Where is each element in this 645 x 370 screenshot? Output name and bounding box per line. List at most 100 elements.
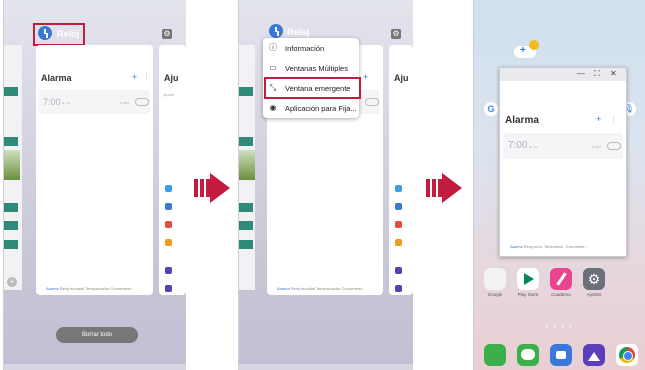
tab-cronometro: Cronómetro xyxy=(110,286,132,291)
clock-app-icon[interactable] xyxy=(269,24,283,38)
menu-item-pin-app[interactable]: ◉ Aplicación para Fija... xyxy=(263,98,359,118)
clock-app-icon[interactable] xyxy=(38,26,52,40)
left-card-strip xyxy=(239,203,253,212)
minimize-icon[interactable]: — xyxy=(577,69,585,78)
settings-app-card[interactable]: Aju Ajuste xyxy=(159,45,186,295)
settings-icon[interactable]: ⚙ xyxy=(583,268,605,290)
setting-item-icon xyxy=(165,203,172,210)
app-label: Play Store xyxy=(517,292,539,297)
settings-app-icon[interactable]: ⚙ xyxy=(162,29,172,39)
menu-item-label: Aplicación para Fija... xyxy=(285,104,357,113)
menu-highlight xyxy=(264,77,361,99)
app-label: Google xyxy=(487,292,503,297)
menu-item-multi-window[interactable]: ▭ Ventanas Múltiples xyxy=(263,58,359,78)
setting-item-icon xyxy=(395,285,402,292)
setting-item-icon xyxy=(165,221,172,228)
multi-window-icon: ▭ xyxy=(269,63,277,72)
tab-reloj-mundial[interactable]: Reloj mun. xyxy=(524,244,543,249)
tab-bar: Alarma Reloj mun. Temporiza.. Cronómetr.… xyxy=(510,244,587,249)
recents-panel: + Reloj ⚙ Alarma + ⋮ 7:00 a. m. 1 min Al… xyxy=(3,0,186,370)
google-folder-icon[interactable] xyxy=(484,268,506,290)
app-title[interactable]: Reloj xyxy=(287,27,309,37)
settings-search-hint: Ajuste xyxy=(163,92,175,97)
popup-title-bar[interactable]: — ⛶ ✕ xyxy=(500,68,626,81)
alarm-toggle[interactable] xyxy=(607,142,621,150)
card-title: Alarma xyxy=(41,73,72,83)
left-app-card[interactable]: + xyxy=(4,45,22,290)
settings-app-card[interactable]: Aju xyxy=(389,45,413,295)
info-icon: ⓘ xyxy=(269,43,277,52)
pin-icon: ◉ xyxy=(269,103,277,112)
alarm-sub: 1 min xyxy=(119,100,129,105)
add-alarm-icon: + xyxy=(363,72,369,82)
alarm-time: 7:00 xyxy=(43,97,61,107)
left-card-strip xyxy=(239,240,253,249)
app-label: Ajustes xyxy=(586,292,602,297)
settings-app-icon[interactable]: ⚙ xyxy=(391,29,401,39)
left-card-image xyxy=(239,150,255,180)
left-card-strip xyxy=(4,87,18,96)
card-title: Alarma xyxy=(505,115,539,126)
arrow-icon xyxy=(426,173,464,203)
setting-item-icon xyxy=(165,285,172,292)
tab-reloj-mundial: Reloj mundial xyxy=(59,286,85,291)
alarm-sub: 1 min xyxy=(591,144,601,149)
left-card-strip xyxy=(4,137,18,146)
recents-menu-panel: Reloj ⚙ + Alarma Reloj mundial Temporiza… xyxy=(238,0,413,370)
more-icon: ⋮ xyxy=(143,73,150,80)
left-card-strip xyxy=(4,203,18,212)
app-title[interactable]: Reloj xyxy=(57,29,79,39)
left-card-image xyxy=(4,150,20,180)
play-store-icon[interactable] xyxy=(517,268,539,290)
add-alarm-icon[interactable]: + xyxy=(596,114,601,124)
clock-app-card[interactable]: Alarma + ⋮ 7:00 a. m. 1 min Alarma Reloj… xyxy=(36,45,153,295)
alarm-item: 7:00 a. m. 1 min xyxy=(39,90,150,114)
tab-bar: Alarma Reloj mundial Temporizador Cronóm… xyxy=(46,286,132,291)
setting-item-icon xyxy=(165,185,172,192)
setting-item-icon xyxy=(395,185,402,192)
phone-icon[interactable] xyxy=(484,344,506,366)
popup-window[interactable]: — ⛶ ✕ Alarma + ⋮ 7:00 a. m. 1 min Alarma… xyxy=(499,67,627,257)
alarm-toggle xyxy=(135,98,149,106)
tab-temporizador[interactable]: Temporiza.. xyxy=(544,244,565,249)
left-card-strip xyxy=(239,87,253,96)
alarm-toggle xyxy=(365,98,379,106)
settings-card-title: Aju xyxy=(394,73,409,83)
gallery-icon[interactable] xyxy=(583,344,605,366)
menu-item-info[interactable]: ⓘ Información xyxy=(263,38,359,58)
menu-item-label: Ventanas Múltiples xyxy=(285,64,348,73)
setting-item-icon xyxy=(165,239,172,246)
chrome-icon[interactable] xyxy=(616,344,638,366)
sun-icon xyxy=(529,40,539,50)
left-app-card[interactable] xyxy=(239,45,255,290)
setting-item-icon xyxy=(395,221,402,228)
nav-bar xyxy=(239,364,413,370)
add-alarm-icon: + xyxy=(132,72,138,82)
close-icon[interactable]: ✕ xyxy=(610,69,617,78)
left-card-strip xyxy=(4,240,18,249)
tab-cronometro[interactable]: Cronómetr.. xyxy=(566,244,587,249)
left-card-strip xyxy=(239,137,253,146)
tab-alarma: Alarma xyxy=(277,286,290,291)
nav-bar xyxy=(4,364,186,370)
tab-reloj-mundial: Reloj mundial xyxy=(290,286,316,291)
alarm-item[interactable]: 7:00 a. m. 1 min xyxy=(503,133,623,159)
google-search-icon[interactable]: G xyxy=(484,102,498,116)
messages-icon[interactable] xyxy=(517,344,539,366)
clear-all-button[interactable]: Borrar todo xyxy=(56,327,138,343)
left-card-add-icon: + xyxy=(7,277,17,287)
tab-alarma[interactable]: Alarma xyxy=(510,244,523,249)
notebook-icon[interactable] xyxy=(550,268,572,290)
home-screen-panel: + G 🎙 — ⛶ ✕ Alarma + ⋮ 7:00 a. m. 1 min … xyxy=(473,0,645,370)
tab-temporizador: Temporizador xyxy=(85,286,110,291)
setting-item-icon xyxy=(165,267,172,274)
alarm-ampm: a. m. xyxy=(62,100,71,105)
maximize-icon[interactable]: ⛶ xyxy=(594,69,600,79)
alarm-ampm: a. m. xyxy=(529,144,538,149)
setting-item-icon xyxy=(395,203,402,210)
more-icon[interactable]: ⋮ xyxy=(610,115,617,123)
add-widget-icon: + xyxy=(520,45,526,56)
camera-icon[interactable] xyxy=(550,344,572,366)
tab-temporizador: Temporizador xyxy=(316,286,341,291)
alarm-time: 7:00 xyxy=(508,140,528,151)
